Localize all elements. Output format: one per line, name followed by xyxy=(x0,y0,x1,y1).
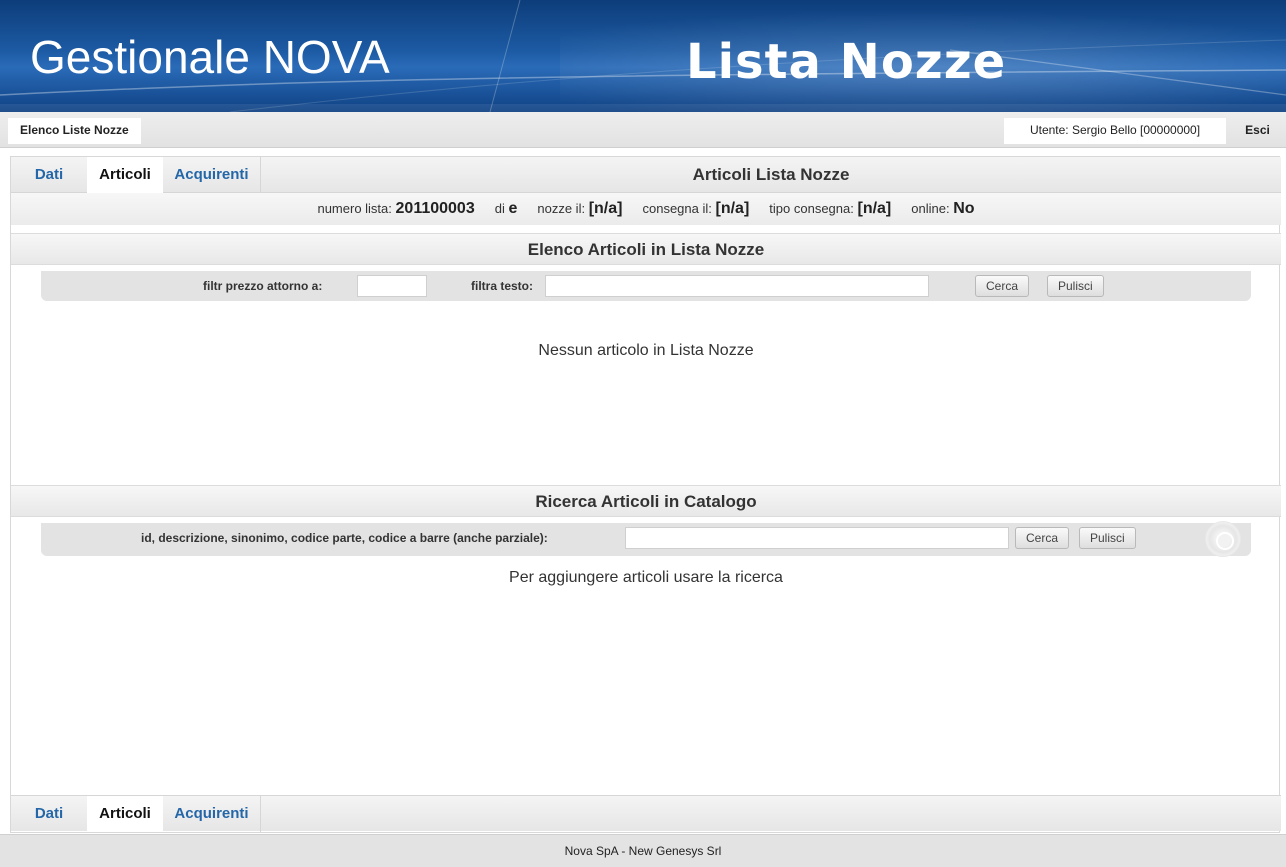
tab-acquirenti[interactable]: Acquirenti xyxy=(163,157,261,193)
online-value: No xyxy=(953,200,975,217)
elenco-filter-bar: filtr prezzo attorno a: filtra testo: Ce… xyxy=(41,271,1251,301)
empty-list-message: Nessun articolo in Lista Nozze xyxy=(538,342,754,359)
price-filter-label: filtr prezzo attorno a: xyxy=(203,279,323,293)
text-filter-label: filtra testo: xyxy=(471,279,534,293)
elenco-section-title: Elenco Articoli in Lista Nozze xyxy=(11,233,1281,265)
tab-dati[interactable]: Dati xyxy=(11,157,87,193)
top-nav-bar: Elenco Liste Nozze Utente: Sergio Bello … xyxy=(0,112,1286,148)
ricerca-section-title: Ricerca Articoli in Catalogo xyxy=(11,485,1281,517)
price-filter-input[interactable] xyxy=(357,275,427,297)
online: online: No xyxy=(911,200,974,218)
tipo-label: tipo consegna: xyxy=(769,201,854,216)
ricerca-filter-bar: id, descrizione, sinonimo, codice parte,… xyxy=(41,521,1251,557)
ricerca-search-button[interactable]: Cerca xyxy=(1015,527,1070,549)
loading-spinner-icon xyxy=(1205,521,1241,557)
di: di e xyxy=(495,200,518,218)
main-panel: Dati Articoli Acquirenti Articoli Lista … xyxy=(10,156,1281,833)
nozze-value: [n/a] xyxy=(588,200,623,217)
tab-articoli-bottom[interactable]: Articoli xyxy=(87,796,163,832)
tipo-consegna: tipo consegna: [n/a] xyxy=(769,200,891,218)
page-title: Articoli Lista Nozze xyxy=(692,165,850,184)
tab-bar-top: Dati Articoli Acquirenti Articoli Lista … xyxy=(11,157,1281,193)
tab-articoli[interactable]: Articoli xyxy=(87,157,163,193)
nozze-il: nozze il: [n/a] xyxy=(537,200,622,218)
catalog-query-input[interactable] xyxy=(625,527,1009,549)
search-hint-message: Per aggiungere articoli usare la ricerca xyxy=(509,569,783,586)
elenco-clear-button[interactable]: Pulisci xyxy=(1047,275,1104,297)
tipo-value: [n/a] xyxy=(857,200,892,217)
module-name: Lista Nozze xyxy=(686,34,1007,90)
tab-dati-bottom[interactable]: Dati xyxy=(11,796,87,832)
logout-button[interactable]: Esci xyxy=(1229,118,1286,144)
online-label: online: xyxy=(911,201,950,216)
numero-lista: numero lista: 201100003 xyxy=(317,200,474,218)
consegna-label: consegna il: xyxy=(642,201,712,216)
tab-bar-bottom: Dati Articoli Acquirenti xyxy=(11,795,1281,832)
consegna-value: [n/a] xyxy=(715,200,750,217)
elenco-search-button[interactable]: Cerca xyxy=(975,275,1030,297)
numero-lista-label: numero lista: xyxy=(317,201,392,216)
lista-info-bar: numero lista: 201100003 di e nozze il: [… xyxy=(11,193,1281,225)
ricerca-clear-button[interactable]: Pulisci xyxy=(1079,527,1136,549)
nozze-label: nozze il: xyxy=(537,201,586,216)
text-filter-input[interactable] xyxy=(545,275,929,297)
app-name: Gestionale NOVA xyxy=(30,31,390,83)
consegna-il: consegna il: [n/a] xyxy=(642,200,749,218)
header-banner: Gestionale NOVA Lista Nozze xyxy=(0,0,1286,112)
di-label: di xyxy=(494,201,505,216)
footer: Nova SpA - New Genesys Srl xyxy=(0,834,1286,867)
user-info: Utente: Sergio Bello [00000000] xyxy=(1004,118,1226,144)
numero-lista-value: 201100003 xyxy=(395,200,475,217)
tab-acquirenti-bottom[interactable]: Acquirenti xyxy=(163,796,261,832)
catalog-query-label: id, descrizione, sinonimo, codice parte,… xyxy=(141,531,548,545)
liste-nozze-link[interactable]: Elenco Liste Nozze xyxy=(8,118,141,144)
di-value: e xyxy=(508,200,518,217)
